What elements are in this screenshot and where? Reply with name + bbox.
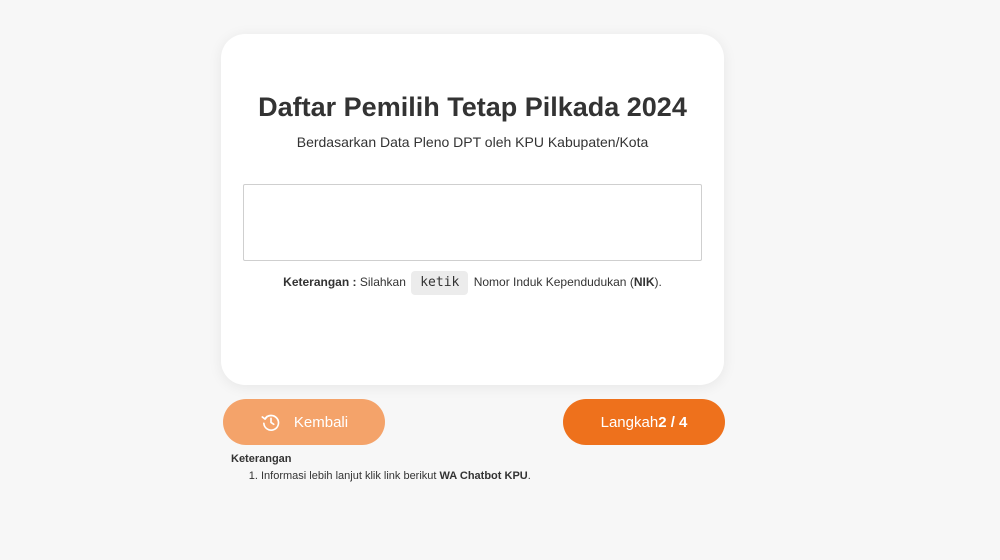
footer-list: Informasi lebih lanjut klik link berikut… [231, 469, 731, 483]
page-title: Daftar Pemilih Tetap Pilkada 2024 [258, 92, 687, 122]
note-label: Keterangan : [283, 275, 357, 289]
next-step-prefix: Langkah [600, 413, 659, 431]
footer-item-suffix: . [527, 470, 531, 482]
footer-info: Keterangan Informasi lebih lanjut klik l… [231, 452, 731, 483]
list-item: Informasi lebih lanjut klik link berikut… [261, 469, 731, 483]
note-text-after: ). [654, 275, 662, 289]
footer-item-text: Informasi lebih lanjut klik link berikut [261, 470, 440, 482]
nik-input[interactable] [243, 184, 702, 261]
note-key-badge: ketik [411, 271, 469, 295]
note-text-middle: Nomor Induk Kependudukan ( [470, 275, 634, 289]
next-step-button[interactable]: Langkah 2 / 4 [563, 399, 725, 445]
back-button-label: Kembali [293, 413, 349, 431]
note-text-before: Silahkan [356, 275, 410, 289]
wa-chatbot-link[interactable]: WA Chatbot KPU [440, 470, 528, 482]
note-nik: NIK [633, 275, 655, 289]
next-step-counter: 2 / 4 [658, 413, 688, 431]
back-button[interactable]: Kembali [223, 399, 385, 445]
main-card: Daftar Pemilih Tetap Pilkada 2024 Berdas… [221, 34, 724, 385]
page-subtitle: Berdasarkan Data Pleno DPT oleh KPU Kabu… [296, 134, 649, 150]
history-icon [260, 411, 282, 433]
footer-title: Keterangan [231, 453, 292, 465]
input-note: Keterangan : Silahkan ketik Nomor Induk … [221, 270, 724, 295]
